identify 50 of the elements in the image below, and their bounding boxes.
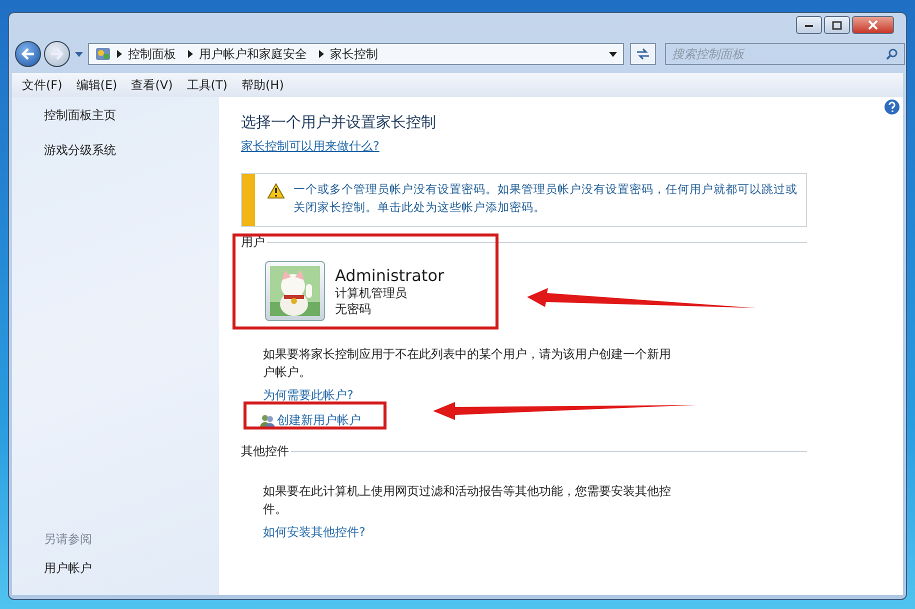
back-arrow-icon: [20, 47, 36, 61]
search-icon: [886, 48, 898, 60]
see-also-heading: 另请参阅: [44, 531, 92, 548]
dropdown-arrow-icon[interactable]: [609, 52, 617, 56]
control-panel-icon: [95, 46, 111, 62]
info-text: 如果要将家长控制应用于不在此列表中的某个用户，请为该用户创建一个新用户帐户。: [263, 346, 672, 381]
install-controls-link[interactable]: 如何安装其他控件?: [263, 524, 366, 541]
menu-item[interactable]: 工具(T): [186, 76, 228, 94]
search-field[interactable]: 搜索控制面板: [665, 43, 905, 65]
menu-item[interactable]: 帮助(H): [242, 76, 284, 94]
close-button[interactable]: [852, 16, 894, 34]
users-icon: [260, 414, 275, 428]
section-heading: 用户: [241, 234, 265, 251]
page-title: 选择一个用户并设置家长控制: [241, 113, 436, 132]
breadcrumb[interactable]: 用户帐户和家庭安全: [199, 46, 307, 62]
create-account-link[interactable]: 创建新用户帐户: [260, 412, 361, 429]
warning-icon: [267, 183, 286, 199]
chevron-icon: [319, 50, 324, 58]
help-icon[interactable]: [884, 99, 900, 115]
refresh-icon: [636, 48, 650, 60]
menu-item[interactable]: 查看(V): [131, 76, 173, 94]
help-link[interactable]: 家长控制可以用来做什么?: [241, 138, 380, 155]
sidebar-link[interactable]: 游戏分级系统: [44, 142, 116, 159]
section-heading: 其他控件: [241, 443, 289, 460]
why-link[interactable]: 为何需要此帐户?: [263, 387, 354, 404]
warning-message: 一个或多个管理员帐户没有设置密码。如果管理员帐户没有设置密码，任何用户就都可以跳过或关闭家长控制。单击此处为这些帐户添加密码。: [293, 181, 798, 216]
warning-banner[interactable]: 一个或多个管理员帐户没有设置密码。如果管理员帐户没有设置密码，任何用户就都可以跳过或关闭家长控制。单击此处为这些帐户添加密码。: [241, 173, 807, 227]
menu-item[interactable]: 编辑(E): [76, 76, 118, 94]
menu-item[interactable]: 文件(F): [22, 76, 62, 94]
back-button[interactable]: [15, 41, 41, 67]
maximize-icon: [832, 20, 842, 30]
user-name: Administrator: [335, 266, 444, 284]
sidebar-link[interactable]: 控制面板主页: [44, 107, 116, 124]
chevron-icon: [117, 50, 122, 58]
user-role: 计算机管理员: [335, 284, 408, 300]
address-bar[interactable]: 控制面板 用户帐户和家庭安全 家长控制: [88, 43, 624, 65]
chevron-icon: [188, 50, 193, 58]
close-icon: [867, 20, 879, 30]
info-text: 如果要在此计算机上使用网页过滤和活动报告等其他功能，您需要安装其他控件。: [263, 483, 672, 518]
maximize-button[interactable]: [824, 16, 850, 34]
sidebar-link[interactable]: 用户帐户: [44, 560, 92, 577]
refresh-button[interactable]: [630, 43, 656, 65]
forward-button[interactable]: [44, 41, 70, 67]
minimize-button[interactable]: [796, 16, 822, 34]
user-tile[interactable]: Administrator 计算机管理员 无密码: [263, 259, 446, 323]
breadcrumb[interactable]: 控制面板: [128, 46, 176, 62]
minimize-icon: [804, 22, 814, 28]
breadcrumb[interactable]: 家长控制: [330, 46, 378, 62]
password-status: 无密码: [335, 300, 372, 316]
forward-arrow-icon: [49, 47, 65, 61]
